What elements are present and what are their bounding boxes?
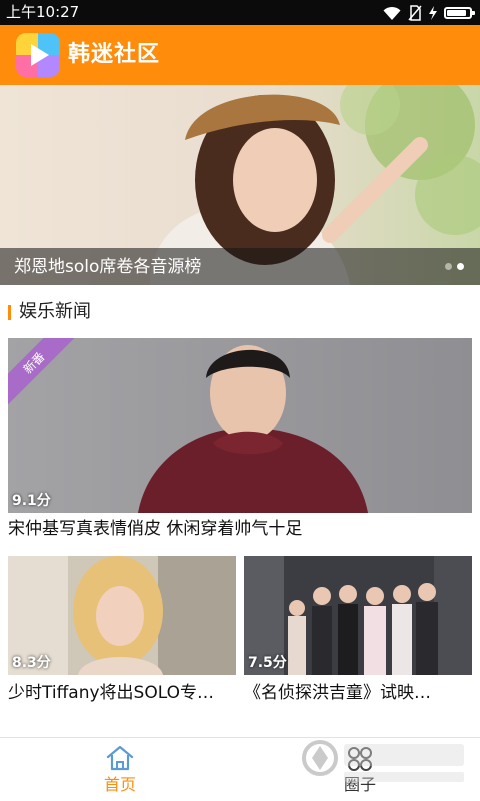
battery-icon <box>444 6 475 19</box>
circle-icon <box>348 747 372 771</box>
nav-item-circle[interactable]: 圈子 <box>240 738 480 801</box>
news-title-2[interactable]: 《名侦探洪吉童》试映… <box>244 681 472 705</box>
battery-level <box>447 9 466 16</box>
status-time: 上午10:27 <box>6 3 80 21</box>
news-image-main <box>8 338 472 513</box>
score-label: 9.1分 <box>12 493 51 509</box>
score-label: 7.5分 <box>248 655 287 671</box>
score-label: 8.3分 <box>12 655 51 671</box>
banner-caption: 郑恩地solo席卷各音源榜 <box>14 257 202 277</box>
app-logo-icon <box>16 33 60 77</box>
section-title: 娱乐新闻 <box>19 301 91 322</box>
bottom-nav: 首页 圈子 <box>0 737 480 801</box>
carousel-dot-active <box>457 263 464 270</box>
news-card-2[interactable]: 7.5分 <box>244 556 472 675</box>
nav-item-home[interactable]: 首页 <box>0 738 240 801</box>
status-icons <box>382 4 475 21</box>
news-title-main[interactable]: 宋仲基写真表情俏皮 休闲穿着帅气十足 <box>8 517 472 541</box>
app-bar: 韩迷社区 <box>0 25 480 85</box>
home-icon <box>106 745 134 771</box>
news-title-1[interactable]: 少时Tiffany将出SOLO专… <box>8 681 236 705</box>
carousel-dot <box>445 263 452 270</box>
wifi-icon <box>383 6 401 20</box>
carousel-indicator <box>445 263 464 270</box>
no-sim-icon <box>408 4 422 21</box>
banner-caption-bar: 郑恩地solo席卷各音源榜 <box>0 248 480 285</box>
charging-icon <box>429 5 437 20</box>
section-accent-bar <box>8 305 11 320</box>
section-header: 娱乐新闻 <box>0 293 480 331</box>
banner-carousel[interactable]: 郑恩地solo席卷各音源榜 <box>0 85 480 285</box>
status-bar: 上午10:27 <box>0 0 480 25</box>
news-card-main[interactable]: 新番 9.1分 <box>8 338 472 513</box>
news-card-1[interactable]: 8.3分 <box>8 556 236 675</box>
nav-label-home: 首页 <box>103 775 136 794</box>
app-title: 韩迷社区 <box>68 42 161 67</box>
nav-label-circle: 圈子 <box>343 775 376 794</box>
